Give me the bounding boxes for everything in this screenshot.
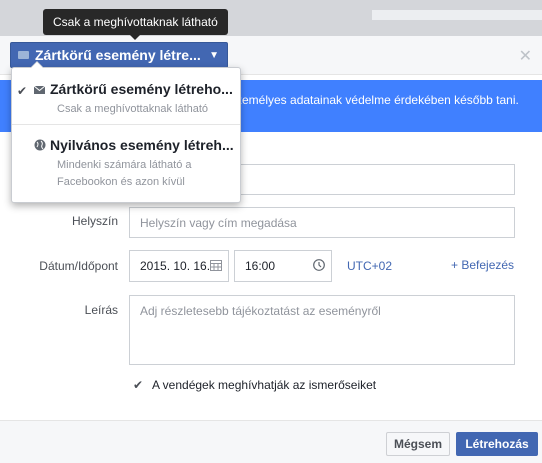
create-button[interactable]: Létrehozás <box>456 432 538 456</box>
cancel-button[interactable]: Mégsem <box>386 432 450 456</box>
description-label: Leírás <box>84 303 118 317</box>
calendar-icon <box>210 260 222 271</box>
dialog-footer: Mégsem Létrehozás <box>0 420 542 463</box>
globe-icon <box>34 139 46 151</box>
location-placeholder: Helyszín vagy cím megadása <box>140 216 297 230</box>
description-textarea[interactable]: Adj részletesebb tájékoztatást az esemén… <box>129 295 515 365</box>
envelope-icon <box>18 51 29 59</box>
backdrop-bar <box>372 10 542 20</box>
description-placeholder: Adj részletesebb tájékoztatást az esemén… <box>140 304 381 318</box>
caret-down-icon: ▼ <box>209 50 219 61</box>
menu-item-private-event[interactable]: ✔ Zártkörű esemény létreho... Csak a meg… <box>12 76 240 124</box>
checkmark-icon: ✔ <box>17 84 28 98</box>
datetime-label: Dátum/Időpont <box>39 259 118 273</box>
guests-invite-checkbox[interactable]: ✔ <box>133 379 145 391</box>
close-icon[interactable]: ✕ <box>519 46 532 66</box>
envelope-icon <box>34 86 45 94</box>
guests-invite-label: A vendégek meghívhatják az ismerőseiket <box>152 378 377 392</box>
date-value: 2015. 10. 16. <box>140 259 211 273</box>
menu-divider <box>12 124 240 125</box>
date-input[interactable]: 2015. 10. 16. <box>129 250 229 282</box>
privacy-dropdown-menu: ✔ Zártkörű esemény létreho... Csak a meg… <box>11 61 241 203</box>
privacy-selected-label: Zártkörű esemény létre... <box>35 47 201 63</box>
menu-item-title: Nyilvános esemény létreh... <box>50 137 234 153</box>
menu-item-title: Zártkörű esemény létreho... <box>50 81 233 97</box>
menu-item-desc: Csak a meghívottaknak látható <box>57 103 209 115</box>
location-input[interactable]: Helyszín vagy cím megadása <box>129 207 515 238</box>
location-label: Helyszín <box>71 214 118 228</box>
menu-item-public-event[interactable]: Nyilvános esemény létreh... Mindenki szá… <box>12 132 240 196</box>
menu-item-desc: Mindenki számára látható a Facebookon és… <box>57 159 192 188</box>
add-end-time-link[interactable]: + Befejezés <box>451 258 514 272</box>
notice-text: személyes adatainak védelme érdekében ké… <box>230 93 519 107</box>
privacy-tooltip: Csak a meghívottaknak látható <box>43 9 228 40</box>
time-value: 16:00 <box>245 259 276 273</box>
clock-icon <box>313 259 325 271</box>
time-input[interactable]: 16:00 <box>234 250 332 282</box>
timezone-link[interactable]: UTC+02 <box>347 259 392 273</box>
